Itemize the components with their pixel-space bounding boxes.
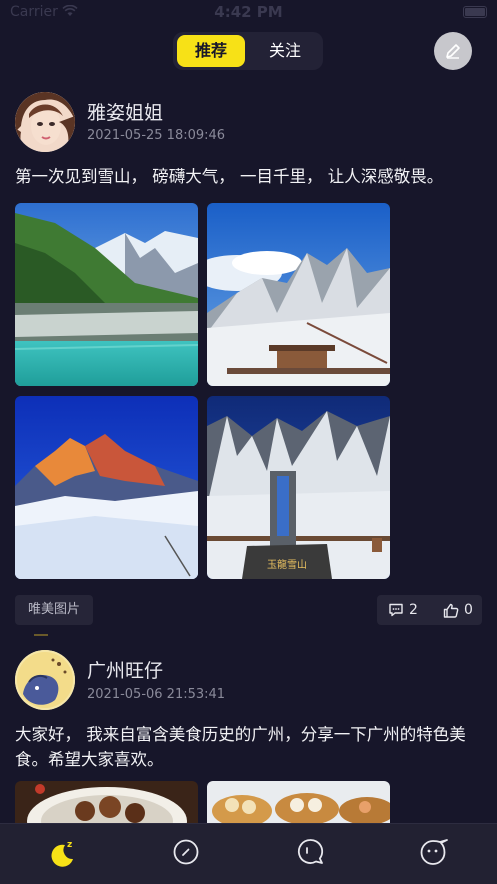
post-content: 大家好， 我来自富含美食历史的广州，分享一下广州的特色美食。希望大家喜欢。 — [15, 725, 466, 769]
tab-recommend[interactable]: 推荐 — [177, 35, 245, 67]
post-stats: 2 0 — [377, 595, 482, 625]
like-count: 0 — [464, 602, 473, 618]
tab-discover[interactable] — [166, 832, 206, 872]
comment-icon — [389, 603, 403, 617]
status-time: 4:42 PM — [214, 3, 283, 21]
comment-count: 2 — [409, 602, 418, 618]
post-tag[interactable]: 唯美图片 — [15, 595, 94, 625]
comment-button[interactable]: 2 — [388, 595, 418, 625]
tab-home[interactable]: z — [42, 832, 82, 872]
post-image[interactable] — [15, 781, 198, 823]
feed-segmented-control: 推荐 关注 — [173, 32, 323, 70]
post-image[interactable] — [207, 781, 390, 823]
post-image[interactable]: 玉龍雪山 — [207, 396, 390, 579]
bottom-tab-bar: z — [0, 823, 497, 884]
message-icon — [297, 839, 324, 864]
svg-text:z: z — [67, 840, 72, 850]
battery-icon — [463, 6, 487, 18]
thumbs-up-icon — [443, 603, 459, 618]
post-image[interactable] — [207, 203, 390, 386]
like-button[interactable]: 0 — [443, 595, 473, 625]
pencil-icon — [446, 44, 460, 59]
post-content: 第一次见到雪山， 磅礴大气， 一目千里， 让人深感敬畏。 — [15, 167, 444, 186]
stone-inscription: 玉龍雪山 — [267, 558, 307, 571]
tab-messages[interactable] — [290, 832, 330, 872]
tab-following[interactable]: 关注 — [251, 35, 319, 67]
avatar[interactable] — [15, 92, 75, 152]
moon-home-icon: z — [51, 840, 73, 867]
status-bar: Carrier 4:42 PM — [0, 0, 497, 26]
post-image[interactable] — [15, 203, 198, 386]
avatar[interactable] — [15, 650, 75, 710]
profile-icon — [420, 839, 448, 865]
post-divider — [34, 634, 48, 636]
compose-button[interactable] — [434, 32, 472, 70]
compass-icon — [173, 839, 199, 865]
tab-profile[interactable] — [414, 832, 454, 872]
post-image[interactable] — [15, 396, 198, 579]
post-username[interactable]: 雅姿姐姐 — [87, 98, 163, 125]
post-timestamp: 2021-05-06 21:53:41 — [87, 687, 226, 702]
post-timestamp: 2021-05-25 18:09:46 — [87, 128, 226, 143]
post-username[interactable]: 广州旺仔 — [87, 656, 163, 683]
